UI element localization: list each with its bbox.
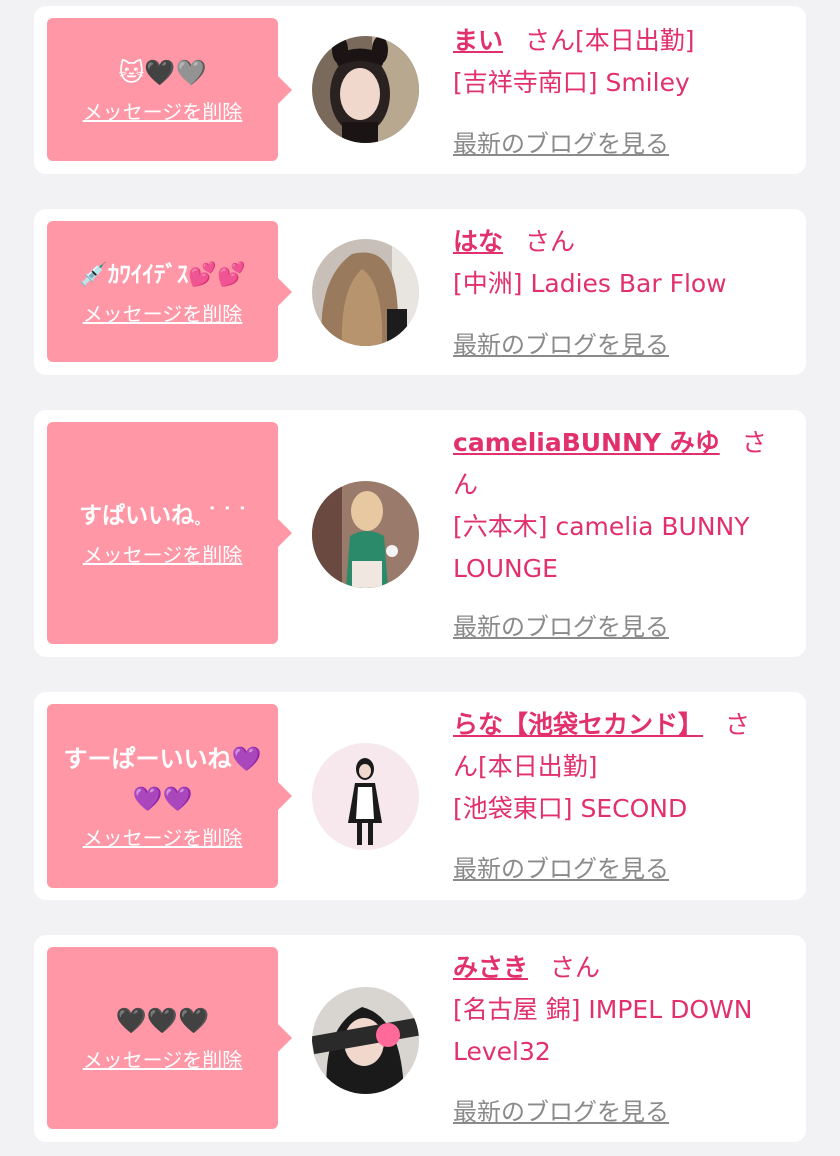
- user-info: はな さん [中洲] Ladies Bar Flow: [453, 221, 787, 305]
- honorific: さん: [550, 953, 601, 982]
- avatar-photo: [312, 36, 419, 143]
- message-bubble: 💉ｶﾜｲｲﾃﾞｽ💕💕 メッセージを削除: [47, 221, 292, 362]
- avatar[interactable]: [312, 743, 419, 850]
- user-name-link[interactable]: らな【池袋セカンド】: [453, 710, 703, 739]
- user-name-link[interactable]: cameliaBUNNY みゆ: [453, 428, 720, 457]
- avatar-photo: [312, 743, 419, 850]
- avatar-photo: [312, 987, 419, 1094]
- avatar-photo: [312, 239, 419, 346]
- shop-info: [名古屋 錦] IMPEL DOWN Level32: [453, 995, 753, 1066]
- message-text: 💉ｶﾜｲｲﾃﾞｽ💕💕: [79, 261, 246, 288]
- notification-card: すぱいいね𓈒 ᐝ ᐝ ᐝ メッセージを削除 cameliaBUNNY みゆさ ん…: [34, 410, 806, 657]
- message-bubble: すーぱーいいね💜💜💜 メッセージを削除: [47, 704, 292, 888]
- shop-info: [中洲] Ladies Bar Flow: [453, 269, 727, 298]
- avatar[interactable]: [312, 239, 419, 346]
- status-text: [本日出勤]: [575, 26, 695, 55]
- notification-card: すーぱーいいね💜💜💜 メッセージを削除 らな【池袋セカンド】さ ん[本日出勤] …: [34, 692, 806, 900]
- user-info: まい さん[本日出勤] [吉祥寺南口] Smiley: [453, 20, 787, 104]
- notification-card: 💉ｶﾜｲｲﾃﾞｽ💕💕 メッセージを削除 はな さん [中洲] Ladies Bar…: [34, 209, 806, 375]
- honorific: さ: [725, 710, 751, 739]
- user-name-link[interactable]: まい: [453, 26, 503, 55]
- user-name-link[interactable]: はな: [453, 227, 503, 256]
- delete-message-link[interactable]: メッセージを削除: [83, 1045, 243, 1075]
- latest-blog-link[interactable]: 最新のブログを見る: [453, 1092, 669, 1127]
- latest-blog-link[interactable]: 最新のブログを見る: [453, 325, 669, 360]
- honorific: さん: [525, 227, 576, 256]
- shop-info: [吉祥寺南口] Smiley: [453, 68, 690, 97]
- latest-blog-link[interactable]: 最新のブログを見る: [453, 607, 669, 642]
- message-bubble: すぱいいね𓈒 ᐝ ᐝ ᐝ メッセージを削除: [47, 422, 292, 644]
- user-info: みさき さん [名古屋 錦] IMPEL DOWN Level32: [453, 947, 787, 1073]
- shop-info: [池袋東口] SECOND: [453, 794, 688, 823]
- message-text: 🐱🖤🩶: [118, 57, 207, 87]
- message-bubble: 🐱🖤🩶 メッセージを削除: [47, 18, 292, 161]
- user-name-link[interactable]: みさき: [453, 953, 528, 982]
- latest-blog-link[interactable]: 最新のブログを見る: [453, 849, 669, 884]
- user-info: cameliaBUNNY みゆさ ん [六本木] camelia BUNNY L…: [453, 422, 787, 590]
- avatar[interactable]: [312, 481, 419, 588]
- delete-message-link[interactable]: メッセージを削除: [83, 299, 243, 329]
- delete-message-link[interactable]: メッセージを削除: [83, 97, 243, 127]
- delete-message-link[interactable]: メッセージを削除: [83, 540, 243, 570]
- honorific: さ: [741, 428, 767, 457]
- notification-card: 🖤🖤🖤 メッセージを削除 みさき さん [名古屋 錦] IMPEL DOWN Le…: [34, 935, 806, 1142]
- latest-blog-link[interactable]: 最新のブログを見る: [453, 124, 669, 159]
- message-text: すぱいいね𓈒 ᐝ ᐝ ᐝ: [79, 503, 246, 529]
- message-text: すーぱーいいね💜💜💜: [63, 745, 262, 813]
- user-info: らな【池袋セカンド】さ ん[本日出勤] [池袋東口] SECOND: [453, 704, 787, 830]
- message-text: 🖤🖤🖤: [115, 1006, 210, 1035]
- status-text: ん: [453, 470, 479, 499]
- avatar[interactable]: [312, 36, 419, 143]
- notification-card: 🐱🖤🩶 メッセージを削除 まい さん[本日出勤] [吉祥寺南口] Smiley 最…: [34, 6, 806, 174]
- delete-message-link[interactable]: メッセージを削除: [83, 823, 243, 853]
- avatar[interactable]: [312, 987, 419, 1094]
- shop-info: [六本木] camelia BUNNY LOUNGE: [453, 512, 750, 583]
- avatar-photo: [312, 481, 419, 588]
- message-bubble: 🖤🖤🖤 メッセージを削除: [47, 947, 292, 1129]
- honorific: さん: [525, 26, 576, 55]
- status-text: ん[本日出勤]: [453, 752, 598, 781]
